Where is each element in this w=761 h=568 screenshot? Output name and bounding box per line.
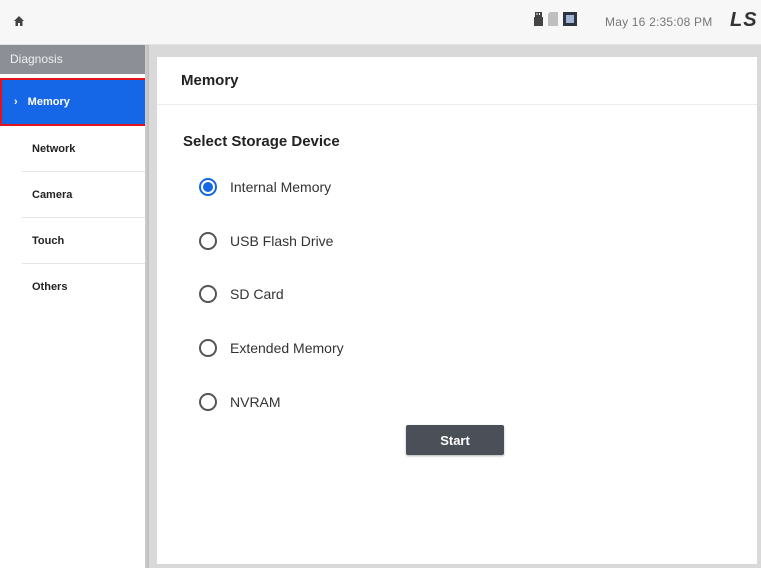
option-label: USB Flash Drive <box>230 233 334 249</box>
sidebar-item-touch[interactable]: Touch <box>0 218 147 264</box>
option-extended-memory[interactable]: Extended Memory <box>199 336 344 360</box>
option-sd-card[interactable]: SD Card <box>199 282 284 306</box>
option-usb-flash-drive[interactable]: USB Flash Drive <box>199 229 333 253</box>
radio-button[interactable] <box>199 393 217 411</box>
brand-logo: LS <box>730 9 758 31</box>
option-label: Internal Memory <box>230 179 332 195</box>
radio-button-checked[interactable] <box>199 178 217 196</box>
network-status-icon <box>563 12 577 26</box>
status-icons <box>534 12 577 26</box>
usb-status-icon <box>534 12 543 26</box>
radio-button[interactable] <box>199 339 217 357</box>
clock: May 16 2:35:08 PM <box>605 15 713 29</box>
sd-card-status-icon <box>548 12 558 26</box>
sidebar: Diagnosis › Memory Network Camera Touch O… <box>0 45 147 568</box>
content-panel: Memory Select Storage Device Internal Me… <box>157 57 757 564</box>
sidebar-item-label: Network <box>32 143 76 155</box>
start-button[interactable]: Start <box>406 425 504 455</box>
top-bar: May 16 2:35:08 PM LS <box>0 0 761 45</box>
sidebar-edge <box>145 45 149 568</box>
sidebar-item-others[interactable]: Others <box>0 264 147 310</box>
chevron-right-icon: › <box>14 96 18 108</box>
option-label: NVRAM <box>230 394 281 410</box>
sidebar-item-camera[interactable]: Camera <box>0 172 147 218</box>
option-label: SD Card <box>230 286 284 302</box>
sidebar-item-label: Camera <box>32 189 73 201</box>
main-frame: Diagnosis › Memory Network Camera Touch O… <box>0 45 761 568</box>
radio-button[interactable] <box>199 232 217 250</box>
sidebar-header: Diagnosis <box>0 45 147 74</box>
sidebar-item-label: Others <box>32 281 68 293</box>
option-nvram[interactable]: NVRAM <box>199 390 281 414</box>
option-label: Extended Memory <box>230 340 344 356</box>
option-internal-memory[interactable]: Internal Memory <box>199 175 331 199</box>
sidebar-item-label: Memory <box>27 96 70 108</box>
home-icon[interactable] <box>12 14 26 28</box>
section-title: Select Storage Device <box>183 133 340 150</box>
sidebar-item-network[interactable]: Network <box>0 126 147 172</box>
sidebar-item-label: Touch <box>32 235 65 247</box>
sidebar-item-memory[interactable]: › Memory <box>0 78 147 126</box>
page-title: Memory <box>157 57 757 105</box>
radio-button[interactable] <box>199 285 217 303</box>
